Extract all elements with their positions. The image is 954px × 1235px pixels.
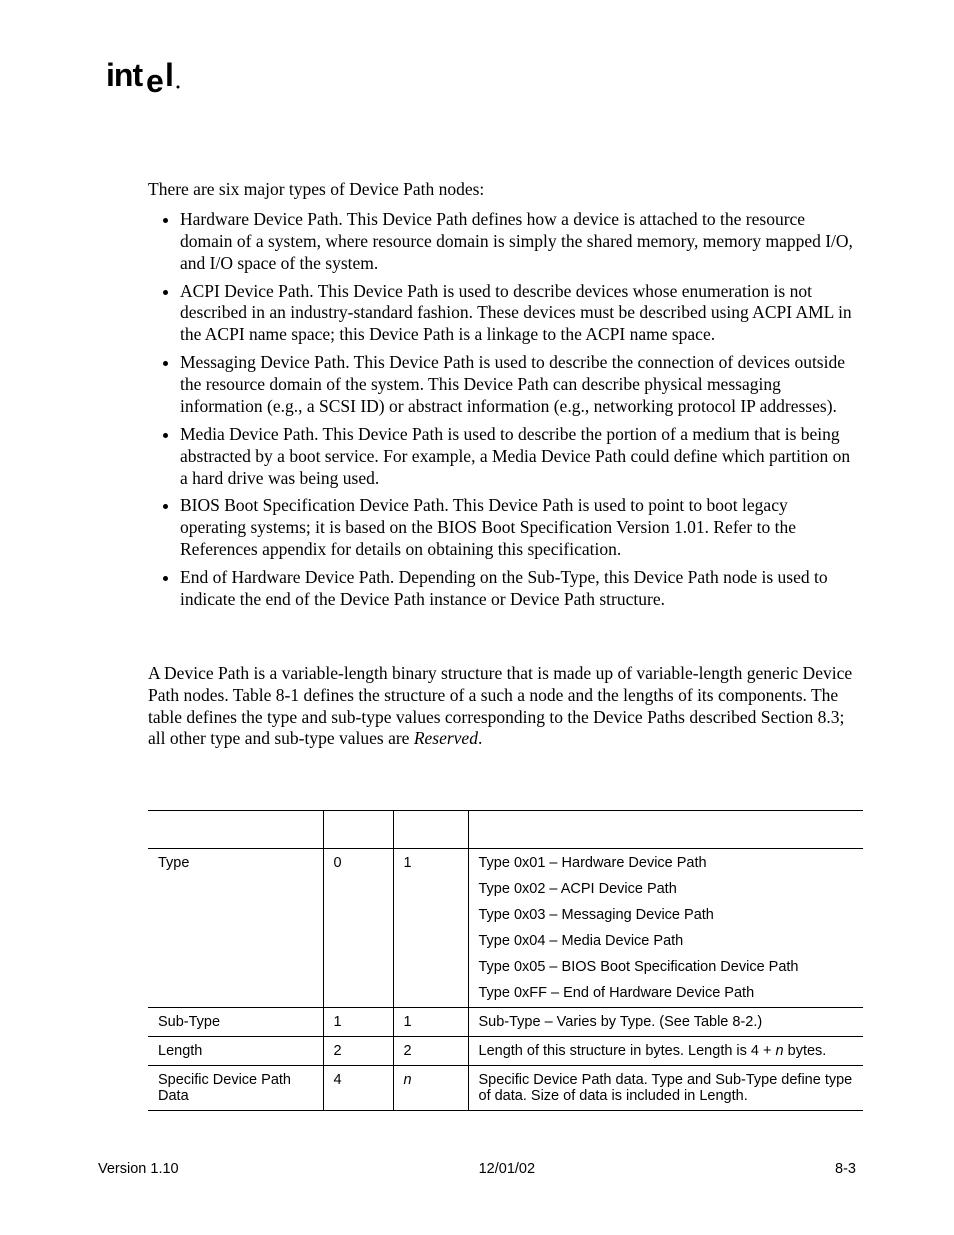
section-text-c: . — [478, 728, 482, 748]
cell-desc: Specific Device Path data. Type and Sub-… — [468, 1066, 863, 1111]
svg-text:e: e — [146, 63, 164, 94]
list-item: Hardware Device Path. This Device Path d… — [180, 209, 856, 275]
cell-len: 2 — [393, 1037, 468, 1066]
footer-page: 8-3 — [835, 1161, 856, 1177]
section-paragraph: A Device Path is a variable-length binar… — [148, 663, 856, 751]
desc-line: Type 0x04 – Media Device Path — [479, 933, 854, 949]
cell-mnemonic: Sub-Type — [148, 1008, 323, 1037]
cell-len: n — [393, 1066, 468, 1111]
cell-desc: Sub-Type – Varies by Type. (See Table 8-… — [468, 1008, 863, 1037]
section-text-a: A Device Path is a variable-length binar… — [148, 663, 852, 749]
list-item: ACPI Device Path. This Device Path is us… — [180, 281, 856, 347]
list-item: BIOS Boot Specification Device Path. Thi… — [180, 495, 856, 561]
device-path-table: Type 0 1 Type 0x01 – Hardware Device Pat… — [148, 810, 863, 1111]
table-row: Sub-Type 1 1 Sub-Type – Varies by Type. … — [148, 1008, 863, 1037]
desc-line: Type 0x01 – Hardware Device Path — [479, 855, 854, 871]
cell-byte: 2 — [323, 1037, 393, 1066]
desc-line: Type 0x02 – ACPI Device Path — [479, 881, 854, 897]
page-footer: Version 1.10 12/01/02 8-3 — [98, 1161, 856, 1177]
cell-desc: Length of this structure in bytes. Lengt… — [468, 1037, 863, 1066]
desc-line: Type 0x05 – BIOS Boot Specification Devi… — [479, 959, 854, 975]
cell-len: 1 — [393, 1008, 468, 1037]
intro-text: There are six major types of Device Path… — [148, 179, 856, 201]
cell-byte: 0 — [323, 849, 393, 1008]
cell-mnemonic: Type — [148, 849, 323, 1008]
th-mnemonic — [148, 811, 323, 849]
bullet-list: Hardware Device Path. This Device Path d… — [148, 209, 856, 611]
desc-line: Type 0xFF – End of Hardware Device Path — [479, 985, 854, 1001]
cell-mnemonic: Length — [148, 1037, 323, 1066]
section-text-reserved: Reserved — [414, 728, 478, 748]
table-row: Specific Device Path Data 4 n Specific D… — [148, 1066, 863, 1111]
list-item: End of Hardware Device Path. Depending o… — [180, 567, 856, 611]
intel-logo: int e l — [106, 60, 856, 99]
cell-len: 1 — [393, 849, 468, 1008]
footer-version: Version 1.10 — [98, 1161, 179, 1177]
th-byte — [323, 811, 393, 849]
cell-byte: 1 — [323, 1008, 393, 1037]
list-item: Media Device Path. This Device Path is u… — [180, 424, 856, 490]
footer-date: 12/01/02 — [479, 1161, 535, 1177]
cell-mnemonic: Specific Device Path Data — [148, 1066, 323, 1111]
table-row: Length 2 2 Length of this structure in b… — [148, 1037, 863, 1066]
th-description — [468, 811, 863, 849]
desc-line: Type 0x03 – Messaging Device Path — [479, 907, 854, 923]
cell-desc: Type 0x01 – Hardware Device Path Type 0x… — [468, 849, 863, 1008]
table-row: Type 0 1 Type 0x01 – Hardware Device Pat… — [148, 849, 863, 1008]
svg-text:int: int — [106, 60, 143, 93]
table-header-row — [148, 811, 863, 849]
cell-byte: 4 — [323, 1066, 393, 1111]
list-item: Messaging Device Path. This Device Path … — [180, 352, 856, 418]
svg-text:l: l — [165, 60, 174, 93]
th-length — [393, 811, 468, 849]
